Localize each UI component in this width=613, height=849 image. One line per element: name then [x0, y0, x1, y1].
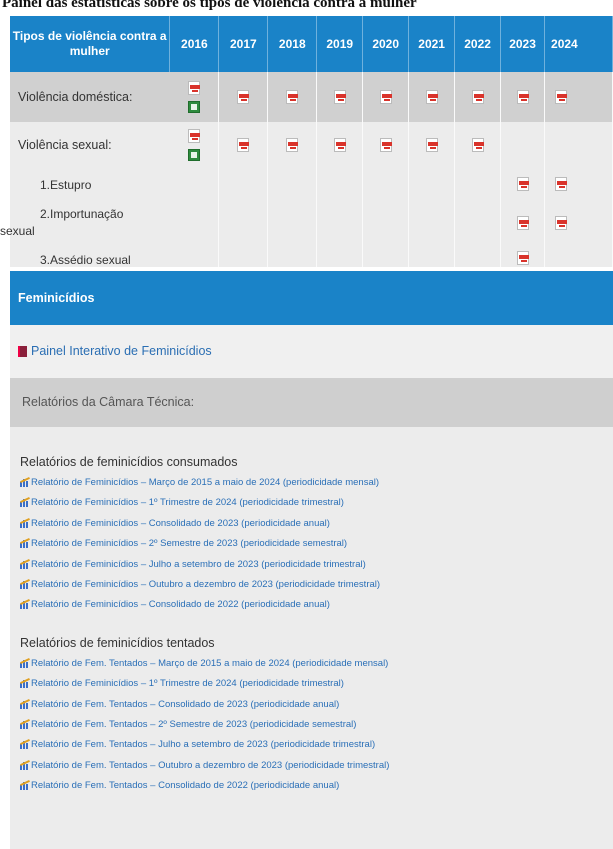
row-label: 3.Assédio sexual — [10, 245, 170, 267]
feminicidios-header: Feminicídios — [10, 271, 613, 325]
header-year: 2019 — [316, 16, 364, 72]
pdf-icon[interactable] — [286, 137, 299, 152]
report-link[interactable]: Relatório de Feminicídios – 1º Trimestre… — [20, 674, 613, 694]
report-link[interactable]: Relatório de Fem. Tentados – Consolidado… — [20, 776, 613, 796]
table-row-estupro: 1.Estupro — [10, 168, 613, 201]
painel-row: Painel Interativo de Feminicídios — [10, 325, 613, 378]
chart-icon — [20, 599, 30, 610]
header-year: 2020 — [362, 16, 410, 72]
pdf-icon[interactable] — [555, 177, 568, 192]
chart-icon — [20, 538, 30, 549]
header-year: 2018 — [267, 16, 318, 72]
report-link[interactable]: Relatório de Fem. Tentados – 2º Semestre… — [20, 715, 613, 735]
pdf-icon[interactable] — [237, 137, 250, 152]
table-row-violencia-sexual: Violência sexual: — [10, 122, 613, 168]
chart-icon — [20, 739, 30, 750]
pdf-icon[interactable] — [286, 89, 299, 104]
chart-icon — [20, 759, 30, 770]
page-title: Painel das estatísticas sobre os tipos d… — [2, 0, 417, 11]
report-link[interactable]: Relatório de Fem. Tentados – Outubro a d… — [20, 756, 613, 776]
chart-icon — [20, 517, 30, 528]
pdf-icon[interactable] — [425, 137, 438, 152]
header-year: 2017 — [218, 16, 269, 72]
report-link[interactable]: Relatório de Feminicídios – 2º Semestre … — [20, 534, 613, 554]
pdf-icon[interactable] — [516, 215, 529, 230]
chart-icon — [20, 578, 30, 589]
pdf-icon[interactable] — [516, 250, 529, 265]
report-link[interactable]: Relatório de Feminicídios – Consolidado … — [20, 514, 613, 534]
table-row-assedio: 3.Assédio sexual — [10, 245, 613, 267]
table-row-violencia-domestica: Violência doméstica: — [10, 72, 613, 122]
spreadsheet-icon[interactable] — [188, 149, 201, 161]
chart-icon — [20, 698, 30, 709]
report-link[interactable]: Relatório de Feminicídios – Março de 201… — [20, 473, 613, 493]
chart-icon — [20, 497, 30, 508]
tentados-title: Relatórios de feminicídios tentados — [20, 635, 215, 650]
book-icon — [18, 346, 27, 358]
tentados-list: Relatório de Fem. Tentados – Março de 20… — [20, 654, 613, 797]
header-year: 2022 — [454, 16, 502, 72]
report-link[interactable]: Relatório de Fem. Tentados – Consolidado… — [20, 695, 613, 715]
consumados-list: Relatório de Feminicídios – Março de 201… — [20, 473, 613, 616]
report-link[interactable]: Relatório de Fem. Tentados – Julho a set… — [20, 735, 613, 755]
spreadsheet-icon[interactable] — [188, 101, 201, 113]
pdf-icon[interactable] — [379, 137, 392, 152]
report-link[interactable]: Relatório de Fem. Tentados – Março de 20… — [20, 654, 613, 674]
pdf-icon[interactable] — [471, 89, 484, 104]
violence-stats-table: Tipos de violência contra a mulher 2016 … — [0, 16, 613, 267]
pdf-icon[interactable] — [425, 89, 438, 104]
consumados-title: Relatórios de feminicídios consumados — [20, 455, 238, 469]
chart-icon — [20, 558, 30, 569]
report-link[interactable]: Relatório de Feminicídios – Julho a sete… — [20, 555, 613, 575]
pdf-icon[interactable] — [379, 89, 392, 104]
table-header-row: Tipos de violência contra a mulher 2016 … — [10, 16, 613, 72]
pdf-icon[interactable] — [555, 89, 568, 104]
pdf-icon[interactable] — [555, 215, 568, 230]
painel-link[interactable]: Painel Interativo de Feminicídios — [31, 344, 212, 358]
pdf-icon[interactable] — [516, 89, 529, 104]
header-type: Tipos de violência contra a mulher — [10, 16, 171, 72]
row-label-continuation: sexual — [0, 224, 35, 238]
row-label: Violência sexual: — [10, 122, 170, 168]
chart-icon — [20, 476, 30, 487]
camara-tecnica-header: Relatórios da Câmara Técnica: — [10, 378, 613, 427]
report-link[interactable]: Relatório de Feminicídios – Consolidado … — [20, 595, 613, 615]
pdf-icon[interactable] — [188, 129, 201, 143]
pdf-icon[interactable] — [237, 89, 250, 104]
row-label: 1.Estupro — [10, 168, 170, 201]
chart-icon — [20, 718, 30, 729]
pdf-icon[interactable] — [516, 177, 529, 192]
pdf-icon[interactable] — [188, 81, 201, 95]
header-year: 2023 — [500, 16, 546, 72]
row-label: 2.Importunação — [40, 207, 124, 221]
pdf-icon[interactable] — [333, 89, 346, 104]
header-year: 2021 — [408, 16, 456, 72]
header-year: 2024 — [544, 16, 613, 72]
pdf-icon[interactable] — [471, 137, 484, 152]
chart-icon — [20, 657, 30, 668]
table-row-importunacao: 2.Importunação sexual — [0, 201, 613, 245]
chart-icon — [20, 780, 30, 791]
report-link[interactable]: Relatório de Feminicídios – Outubro a de… — [20, 575, 613, 595]
report-link[interactable]: Relatório de Feminicídios – 1º Trimestre… — [20, 493, 613, 513]
reports-section: Relatórios de feminicídios consumados Re… — [10, 427, 613, 849]
chart-icon — [20, 678, 30, 689]
row-label: Violência doméstica: — [10, 72, 170, 122]
header-year: 2016 — [169, 16, 220, 72]
pdf-icon[interactable] — [333, 137, 346, 152]
